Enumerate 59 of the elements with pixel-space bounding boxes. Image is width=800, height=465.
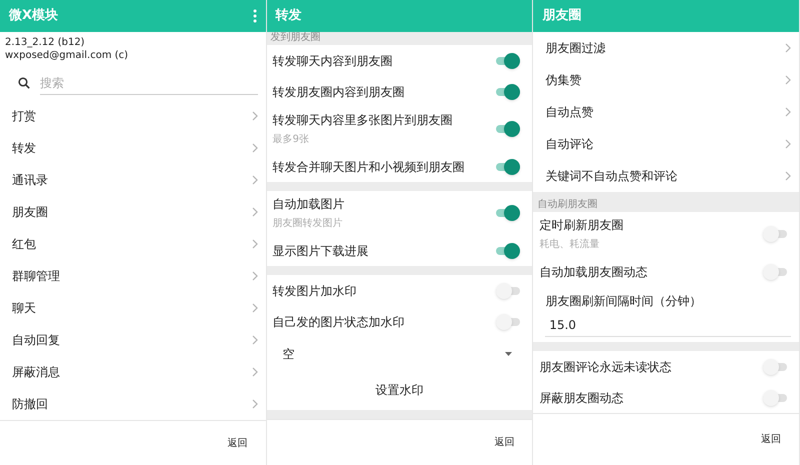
setting-label: 转发聊天内容到朋友圈	[272, 52, 393, 70]
toggle-switch[interactable]	[496, 121, 520, 137]
setting-label: 自动加载朋友圈动态	[539, 264, 648, 280]
setting-hint: 最多9张	[272, 132, 310, 147]
chevron-right-icon	[785, 107, 792, 117]
search-field[interactable]: 搜索	[40, 71, 258, 95]
back-button[interactable]: 返回	[494, 435, 514, 450]
chevron-right-icon	[785, 43, 792, 53]
setting-hint: 耗电、耗流量	[539, 238, 600, 252]
setting-label: 朋友圈评论永远未读状态	[539, 358, 672, 376]
setting-label: 自己发的图片状态加水印	[272, 314, 405, 330]
setting-label: 转发聊天内容里多张图片到朋友圈	[272, 112, 453, 129]
chevron-right-icon	[252, 111, 258, 121]
chevron-right-icon	[252, 399, 258, 409]
toggle-switch[interactable]	[496, 84, 520, 100]
chevron-right-icon	[785, 171, 792, 181]
chevron-right-icon	[252, 367, 258, 377]
setting-label: 朋友圈刷新间隔时间（分钟）	[545, 293, 702, 310]
toggle-switch[interactable]	[496, 205, 520, 221]
chevron-right-icon	[252, 271, 258, 281]
section-header: 自动刷朋友圈	[533, 192, 800, 212]
contact-email: wxposed@gmail.com (c)	[5, 49, 130, 62]
setting-label: 屏蔽朋友圈动态	[539, 390, 624, 406]
toggle-switch[interactable]	[496, 158, 520, 174]
set-watermark-button[interactable]: 设置水印	[364, 377, 436, 403]
toggle-switch[interactable]	[496, 242, 520, 258]
chevron-right-icon	[252, 239, 258, 249]
toggle-switch[interactable]	[496, 314, 520, 330]
toggle-switch[interactable]	[763, 264, 788, 280]
setting-label: 转发朋友圈内容到朋友圈	[272, 84, 405, 100]
more-menu-icon[interactable]	[252, 9, 257, 23]
setting-hint: 朋友圈转发图片	[272, 216, 344, 231]
toggle-switch[interactable]	[496, 282, 520, 298]
search-icon	[18, 77, 30, 89]
setting-label: 定时刷新朋友圈	[539, 217, 624, 234]
chevron-right-icon	[252, 143, 258, 153]
setting-label: 自动加载图片	[272, 196, 345, 213]
toggle-switch[interactable]	[763, 390, 788, 406]
chevron-right-icon	[785, 139, 792, 149]
chevron-right-icon	[252, 207, 258, 217]
version-text: 2.13_2.12 (b12)	[5, 36, 86, 49]
chevron-right-icon	[252, 335, 258, 345]
toggle-switch[interactable]	[763, 358, 788, 374]
screen-title: 朋友圈	[542, 7, 582, 26]
toggle-switch[interactable]	[763, 226, 788, 242]
toggle-switch[interactable]	[496, 52, 520, 68]
chevron-right-icon	[252, 175, 258, 185]
setting-label: 显示图片下载进展	[272, 242, 369, 260]
setting-label: 转发合并聊天图片和小视频到朋友圈	[272, 158, 465, 176]
section-header: 发到朋友圈	[266, 32, 532, 45]
screen-title: 微X模块	[9, 7, 58, 26]
back-button[interactable]: 返回	[228, 436, 248, 450]
screen-title: 转发	[276, 7, 302, 26]
chevron-right-icon	[252, 303, 258, 313]
input-field[interactable]: 15.0	[545, 316, 792, 337]
chevron-right-icon	[785, 75, 792, 85]
setting-label: 转发图片加水印	[272, 282, 357, 300]
dropdown-arrow-icon	[505, 352, 512, 356]
back-button[interactable]: 返回	[761, 432, 782, 447]
